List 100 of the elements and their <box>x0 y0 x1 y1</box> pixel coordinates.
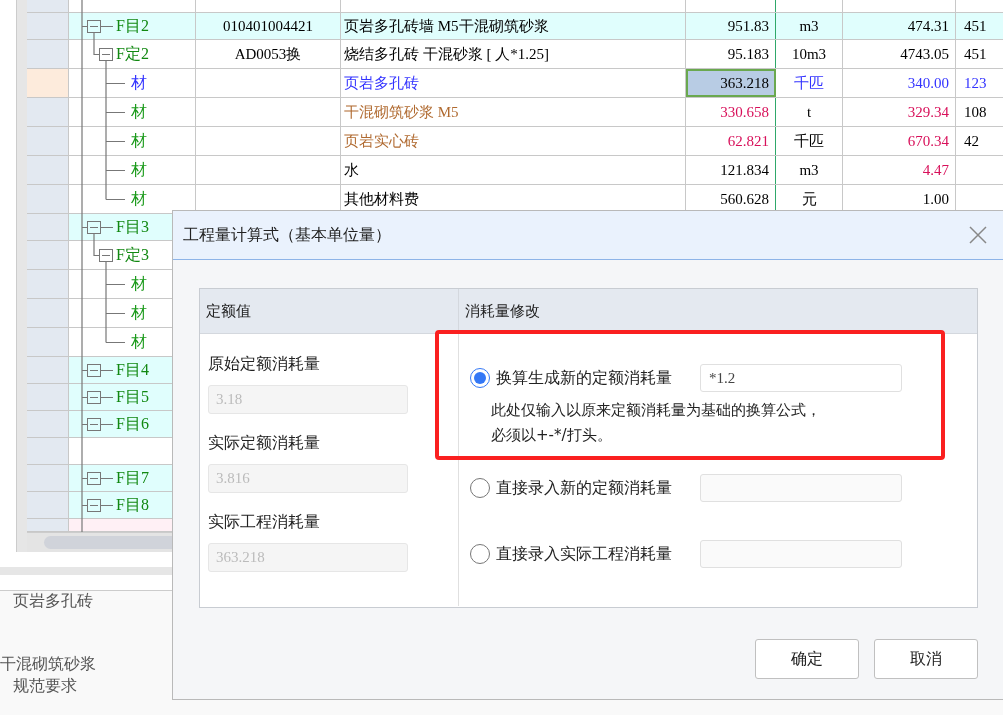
qty-cell: 121.834 <box>720 161 769 179</box>
price-cell: 670.34 <box>907 132 949 150</box>
row-type: 材 <box>131 302 147 323</box>
collapse-toggle[interactable] <box>87 390 101 405</box>
field-label: 实际工程消耗量 <box>208 512 321 533</box>
qty-cell: 95.183 <box>727 45 769 63</box>
detail-text: 规范要求 <box>13 676 77 696</box>
row-type: 材 <box>131 331 147 352</box>
detail-text: 页岩多孔砖 <box>13 591 93 611</box>
field-label: 原始定额消耗量 <box>208 354 321 375</box>
row-header[interactable] <box>27 328 69 356</box>
price-cell: 4.47 <box>922 161 949 179</box>
cancel-button[interactable]: 取消 <box>874 639 978 679</box>
unit-cell: 元 <box>801 189 817 209</box>
collapse-toggle[interactable] <box>87 19 101 34</box>
row-header[interactable] <box>27 98 69 126</box>
option-label[interactable]: 直接录入实际工程消耗量 <box>496 543 700 565</box>
name-cell: 页岩多孔砖 <box>344 73 419 93</box>
radio-button[interactable] <box>470 544 490 564</box>
name-cell: 页岩实心砖 <box>344 131 419 151</box>
row-header[interactable] <box>27 185 69 213</box>
qty-cell: 363.218 <box>720 74 769 92</box>
collapse-toggle[interactable] <box>87 498 101 513</box>
row-header[interactable] <box>27 270 69 298</box>
unit-cell: t <box>806 103 812 121</box>
row-header[interactable] <box>27 156 69 184</box>
price-cell: 340.00 <box>907 74 949 92</box>
collapse-toggle[interactable] <box>87 363 101 378</box>
column-header: 消耗量修改 <box>465 301 540 321</box>
row-header[interactable] <box>27 13 69 39</box>
column-header: 定额值 <box>206 301 251 321</box>
qty-cell: 62.821 <box>727 132 769 150</box>
hint-text: 必须以+-*/打头。 <box>491 425 612 446</box>
unit-cell: m3 <box>799 17 819 35</box>
hint-text: 此处仅输入以原来定额消耗量为基础的换算公式， <box>491 400 821 421</box>
row-header[interactable] <box>27 69 69 97</box>
name-cell: 页岩多孔砖墙 M5干混砌筑砂浆 <box>344 16 549 36</box>
code-cell: 010401004421 <box>223 17 313 35</box>
readonly-field: 3.18 <box>208 385 408 414</box>
close-icon[interactable] <box>969 226 987 244</box>
row-header[interactable] <box>27 438 69 464</box>
input-field[interactable]: *1.2 <box>700 364 902 392</box>
row-type: 材 <box>131 273 147 294</box>
row-type: F目8 <box>116 494 149 515</box>
collapse-toggle[interactable] <box>87 417 101 432</box>
row-type: F目5 <box>116 386 149 407</box>
row-type: 材 <box>131 101 147 122</box>
collapse-toggle[interactable] <box>87 471 101 486</box>
row-type: 材 <box>131 130 147 151</box>
row-type: F目3 <box>116 216 149 237</box>
row-header[interactable] <box>27 40 69 68</box>
input-field[interactable] <box>700 474 902 502</box>
input-field[interactable] <box>700 540 902 568</box>
field-label: 实际定额消耗量 <box>208 433 321 454</box>
qty-cell: 951.83 <box>727 17 769 35</box>
radio-button[interactable] <box>470 478 490 498</box>
price-cell: 1.00 <box>922 190 949 208</box>
qty-cell: 560.628 <box>720 190 769 208</box>
row-header[interactable] <box>27 411 69 437</box>
row-type: F定3 <box>116 244 149 265</box>
price-cell: 4743.05 <box>900 45 949 63</box>
row-type: F目6 <box>116 413 149 434</box>
collapse-toggle[interactable] <box>99 248 113 263</box>
qty-cell: 330.658 <box>720 103 769 121</box>
row-header[interactable] <box>27 384 69 410</box>
row-header[interactable] <box>27 519 69 531</box>
row-header[interactable] <box>27 241 69 269</box>
row-type: 材 <box>131 188 147 209</box>
row-header[interactable] <box>27 214 69 240</box>
name-cell: 水 <box>344 160 359 180</box>
row-header[interactable] <box>27 492 69 518</box>
name-cell: 烧结多孔砖 干混砂浆 [ 人*1.25] <box>344 44 549 64</box>
row-header[interactable] <box>27 299 69 327</box>
readonly-field: 363.218 <box>208 543 408 572</box>
dialog-title: 工程量计算式（基本单位量） <box>183 224 391 246</box>
name-cell: 干混砌筑砂浆 M5 <box>344 102 459 122</box>
unit-cell: 千匹 <box>794 131 824 151</box>
row-header[interactable] <box>27 357 69 383</box>
unit-cell: m3 <box>799 161 819 179</box>
ok-button[interactable]: 确定 <box>755 639 859 679</box>
row-type: F目7 <box>116 467 149 488</box>
detail-text: 干混砌筑砂浆 <box>0 654 96 674</box>
collapse-toggle[interactable] <box>99 47 113 62</box>
row-type: 材 <box>131 159 147 180</box>
price-cell: 474.31 <box>907 17 949 35</box>
row-header[interactable] <box>27 127 69 155</box>
code-cell: AD0053换 <box>234 44 302 64</box>
row-header[interactable] <box>27 0 69 12</box>
unit-cell: 千匹 <box>794 73 824 93</box>
row-type: 材 <box>131 72 147 93</box>
name-cell: 其他材料费 <box>344 189 419 209</box>
unit-cell: 10m3 <box>791 45 827 63</box>
radio-button[interactable] <box>470 368 490 388</box>
option-label[interactable]: 换算生成新的定额消耗量 <box>496 367 700 389</box>
row-header[interactable] <box>27 465 69 491</box>
option-label[interactable]: 直接录入新的定额消耗量 <box>496 477 700 499</box>
row-type: F定2 <box>116 43 149 64</box>
row-type: F目2 <box>116 15 149 36</box>
collapse-toggle[interactable] <box>87 220 101 235</box>
row-type: F目4 <box>116 359 149 380</box>
